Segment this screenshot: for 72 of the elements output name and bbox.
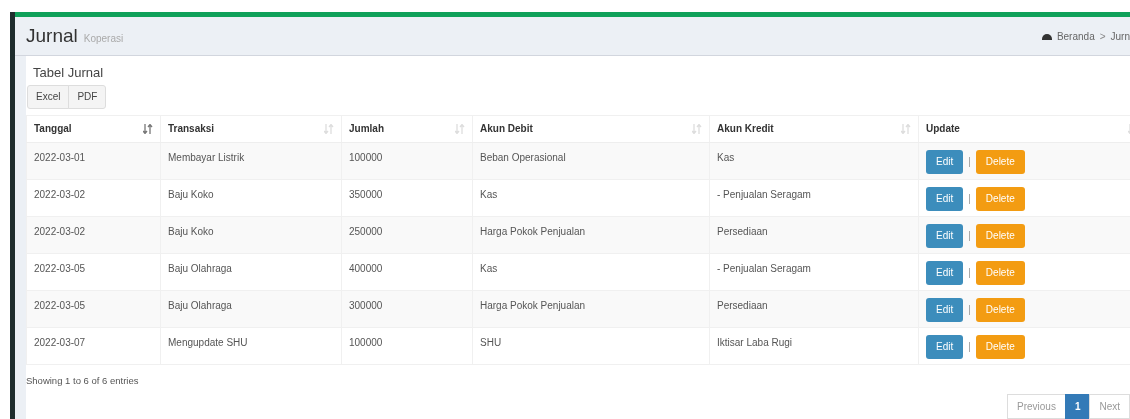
table-cell: 2022-03-05 <box>34 262 86 274</box>
export-button[interactable]: PDF <box>68 84 107 109</box>
column-header[interactable]: Akun Kredit <box>717 121 774 137</box>
edit-button[interactable]: Edit <box>926 334 964 359</box>
table-cell: Membayar Listrik <box>168 151 245 163</box>
table-cell: 2022-03-07 <box>34 336 86 348</box>
table-cell: - Penjualan Seragam <box>717 188 811 200</box>
delete-button[interactable]: Delete <box>975 334 1025 359</box>
table-cell: 100000 <box>349 336 383 348</box>
sort-icon[interactable] <box>324 123 334 134</box>
sort-icon[interactable] <box>692 123 702 134</box>
table-cell: Beban Operasional <box>480 151 566 163</box>
table-cell: SHU <box>480 336 502 348</box>
table-cell: Harga Pokok Penjualan <box>480 299 586 311</box>
table-cell: Baju Olahraga <box>168 262 232 274</box>
page-subtitle: Koperasi <box>83 31 124 46</box>
table-cell: Baju Koko <box>168 225 214 237</box>
separator: | <box>968 155 971 170</box>
table-cell: 2022-03-05 <box>34 299 86 311</box>
sort-icon[interactable] <box>901 123 911 134</box>
entries-info: Showing 1 to 6 of 6 entries <box>26 373 139 388</box>
table-cell: 250000 <box>349 225 383 237</box>
column-header[interactable]: Transaksi <box>168 121 215 137</box>
export-button[interactable]: Excel <box>27 84 70 109</box>
table-cell: 2022-03-02 <box>34 188 86 200</box>
breadcrumb-separator: > <box>1099 29 1106 44</box>
table-cell: 400000 <box>349 262 383 274</box>
delete-button[interactable]: Delete <box>975 297 1025 322</box>
table-cell: 100000 <box>349 151 383 163</box>
separator: | <box>968 266 971 281</box>
table-cell: Baju Olahraga <box>168 299 232 311</box>
column-header[interactable]: Update <box>926 121 960 137</box>
separator: | <box>968 192 971 207</box>
table-cell: 2022-03-02 <box>34 225 86 237</box>
table-cell: Baju Koko <box>168 188 214 200</box>
delete-button[interactable]: Delete <box>975 186 1025 211</box>
breadcrumb-link[interactable]: Jurn <box>1110 28 1130 44</box>
column-header[interactable]: Jumlah <box>349 121 384 137</box>
breadcrumb-link[interactable]: Beranda <box>1056 28 1095 44</box>
separator: | <box>968 303 971 318</box>
page-title: Jurnal <box>26 23 78 48</box>
table-cell: Mengupdate SHU <box>168 336 248 348</box>
pagination-button[interactable]: Next <box>1089 394 1130 419</box>
table-cell: Persediaan <box>717 299 768 311</box>
table-cell: Kas <box>480 188 498 200</box>
edit-button[interactable]: Edit <box>926 223 964 248</box>
edit-button[interactable]: Edit <box>926 186 964 211</box>
table-cell: Harga Pokok Penjualan <box>480 225 586 237</box>
table-cell: 350000 <box>349 188 383 200</box>
column-header[interactable]: Akun Debit <box>480 121 533 137</box>
delete-button[interactable]: Delete <box>975 149 1025 174</box>
table-cell: 300000 <box>349 299 383 311</box>
sort-icon[interactable] <box>455 123 465 134</box>
edit-button[interactable]: Edit <box>926 260 964 285</box>
delete-button[interactable]: Delete <box>975 223 1025 248</box>
pagination-button[interactable]: Previous <box>1006 394 1066 419</box>
table-cell: Persediaan <box>717 225 768 237</box>
edit-button[interactable]: Edit <box>926 149 964 174</box>
table-cell: Kas <box>480 262 498 274</box>
delete-button[interactable]: Delete <box>975 260 1025 285</box>
box-title: Tabel Jurnal <box>32 63 105 82</box>
column-header[interactable]: Tanggal <box>34 121 72 137</box>
separator: | <box>968 229 971 244</box>
dashboard-icon <box>1041 32 1052 41</box>
edit-button[interactable]: Edit <box>926 297 964 322</box>
table-cell: - Penjualan Seragam <box>717 262 811 274</box>
sort-ascending-icon[interactable] <box>143 123 153 134</box>
separator: | <box>968 340 971 355</box>
table-cell: 2022-03-01 <box>34 151 86 163</box>
table-cell: Kas <box>717 151 735 163</box>
table-cell: Iktisar Laba Rugi <box>717 336 793 348</box>
pagination-button[interactable]: 1 <box>1064 394 1091 419</box>
